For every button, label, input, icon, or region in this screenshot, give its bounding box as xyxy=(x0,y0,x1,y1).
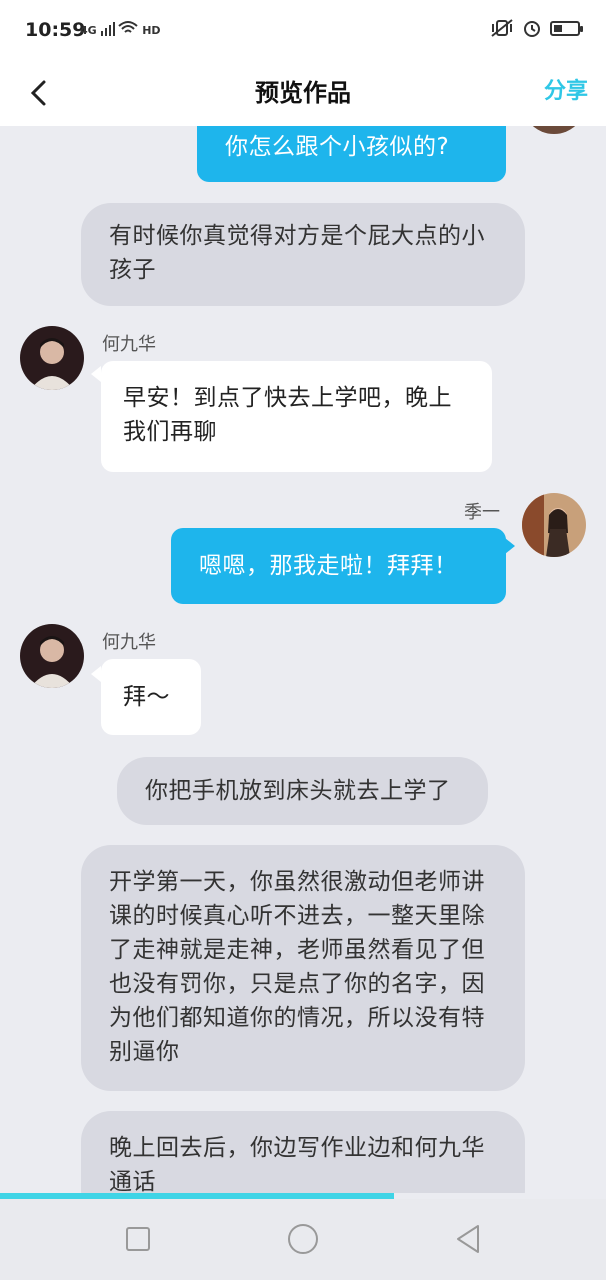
nav-bar: 预览作品 分享 xyxy=(0,60,606,126)
narration-text: 开学第一天，你虽然很激动但老师讲课的时候真心听不进去，一整天里除了走神就是走神，… xyxy=(109,869,485,1065)
mute-vibrate-icon xyxy=(491,19,513,37)
message-bubble-other: 拜～ xyxy=(101,659,201,735)
narration-bubble: 开学第一天，你虽然很激动但老师讲课的时候真心听不进去，一整天里除了走神就是走神，… xyxy=(81,845,525,1091)
bubble-tail xyxy=(91,366,101,382)
share-button[interactable]: 分享 xyxy=(544,73,588,105)
hd-badge: HD xyxy=(142,24,161,37)
page-title: 预览作品 xyxy=(255,79,351,107)
avatar-self[interactable] xyxy=(522,493,586,557)
message-bubble-other: 早安！到点了快去上学吧，晚上我们再聊 xyxy=(101,361,492,472)
sender-name: 何九华 xyxy=(102,632,156,653)
network-indicator: 4G HD xyxy=(80,20,161,37)
avatar-self xyxy=(522,126,586,134)
back-triangle-icon[interactable] xyxy=(450,1221,486,1257)
narration-bubble: 有时候你真觉得对方是个屁大点的小孩子 xyxy=(81,203,525,306)
message-bubble-self: 你怎么跟个小孩似的? xyxy=(197,126,506,182)
message-text: 早安！到点了快去上学吧，晚上我们再聊 xyxy=(123,385,452,445)
narration-text: 你把手机放到床头就去上学了 xyxy=(145,778,451,804)
bubble-tail xyxy=(505,538,515,554)
wifi-icon xyxy=(118,21,139,33)
recent-apps-icon[interactable] xyxy=(120,1221,156,1257)
system-nav-bar xyxy=(0,1199,606,1280)
chat-area[interactable]: 你怎么跟个小孩似的? 有时候你真觉得对方是个屁大点的小孩子 何九华 早安！到点了… xyxy=(0,126,606,1200)
message-text: 嗯嗯，那我走啦！拜拜！ xyxy=(199,553,458,579)
home-icon[interactable] xyxy=(285,1221,321,1257)
battery-icon xyxy=(550,20,583,36)
alarm-icon xyxy=(524,21,540,37)
narration-text: 晚上回去后，你边写作业边和何九华通话 xyxy=(109,1135,485,1195)
message-bubble-self: 嗯嗯，那我走啦！拜拜！ xyxy=(171,528,506,604)
avatar-hejiuhua[interactable] xyxy=(20,624,84,688)
bubble-tail xyxy=(91,666,101,682)
status-icons xyxy=(490,18,583,38)
status-bar: 10:59 4G HD xyxy=(0,0,606,60)
avatar-hejiuhua[interactable] xyxy=(20,326,84,390)
network-type: 4G xyxy=(80,24,97,37)
message-text: 拜～ xyxy=(123,684,170,710)
sender-name: 何九华 xyxy=(102,334,156,355)
narration-bubble: 你把手机放到床头就去上学了 xyxy=(117,757,488,825)
status-time: 10:59 xyxy=(25,19,86,41)
signal-icon xyxy=(100,22,115,36)
sender-name: 季一 xyxy=(464,502,500,523)
narration-bubble: 晚上回去后，你边写作业边和何九华通话 xyxy=(81,1111,525,1200)
narration-text: 有时候你真觉得对方是个屁大点的小孩子 xyxy=(109,223,485,283)
message-text: 你怎么跟个小孩似的? xyxy=(225,134,450,160)
